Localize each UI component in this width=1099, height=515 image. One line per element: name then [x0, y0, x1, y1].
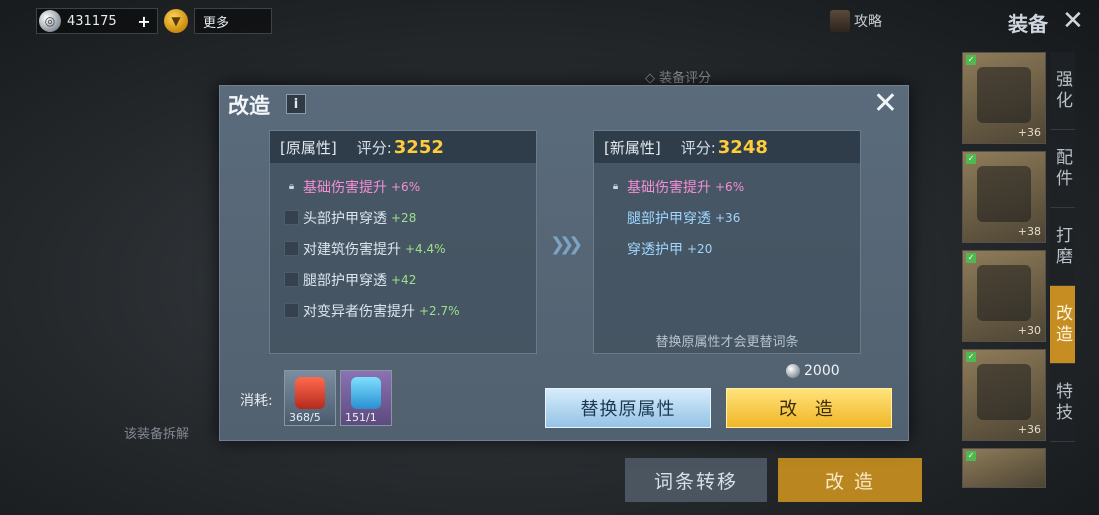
guide-button[interactable]: 攻略 [830, 10, 882, 32]
reforge-dialog: 改造 i ✕ [原属性] 评分: 3252 🔒︎ 基础伤害提升 +6% 头部护甲… [219, 85, 909, 441]
guide-avatar-icon [830, 10, 850, 32]
original-score: 3252 [393, 136, 444, 158]
silver-coin-icon: ◎ [39, 10, 61, 32]
page-close-button[interactable]: ✕ [1062, 6, 1084, 36]
original-attr-row[interactable]: 头部护甲穿透 +28 [270, 202, 536, 233]
tab-reforge[interactable]: 改造 [1050, 286, 1075, 364]
equipped-check-icon: ✓ [966, 55, 976, 65]
equipped-check-icon: ✓ [966, 154, 976, 164]
new-attr-row: 穿透护甲 +20 [594, 233, 860, 264]
original-attr-row: 🔒︎ 基础伤害提升 +6% [270, 171, 536, 202]
chevron-right-icon: ❯❯❯ [550, 234, 583, 255]
original-attr-row[interactable]: 对建筑伤害提升 +4.4% [270, 233, 536, 264]
equip-score-label: ◇ 装备评分 [645, 71, 712, 86]
jacket-icon [977, 166, 1031, 222]
rank-badge-icon[interactable]: ▼ [164, 9, 188, 33]
attr-name: 对建筑伤害提升 [303, 241, 401, 258]
equipment-item-helmet[interactable]: ✓ +30 [962, 250, 1046, 342]
reforge-price: 2000 [786, 363, 840, 379]
attr-name: 腿部护甲穿透 [627, 210, 711, 227]
page-title: 装备 [1008, 12, 1048, 36]
more-button[interactable]: 更多 [194, 8, 272, 34]
attr-name: 基础伤害提升 [303, 179, 387, 196]
attr-name: 对变异者伤害提升 [303, 303, 415, 320]
pants-icon [977, 364, 1031, 420]
side-tabs: 强化 配件 打磨 改造 特技 [1050, 52, 1099, 442]
material-count: 368/5 [289, 411, 321, 424]
equipment-item-rifle[interactable]: ✓ +36 [962, 52, 1046, 144]
item-level: +30 [1017, 324, 1041, 337]
attr-value: +20 [687, 241, 713, 256]
bg-reforge-button[interactable]: 改 造 [778, 458, 922, 502]
original-panel-header: [原属性] 评分: 3252 [270, 131, 536, 163]
helmet-icon [977, 265, 1031, 321]
tab-enhance[interactable]: 强化 [1050, 52, 1075, 130]
attr-checkbox[interactable] [284, 210, 299, 225]
currency-value: 431175 [67, 13, 117, 29]
attr-value: +36 [715, 210, 741, 225]
tab-polish[interactable]: 打磨 [1050, 208, 1075, 286]
tab-skills[interactable]: 特技 [1050, 364, 1075, 442]
equipment-item-pants[interactable]: ✓ +36 [962, 349, 1046, 441]
attr-value: +42 [391, 272, 417, 287]
guide-label: 攻略 [854, 14, 882, 30]
add-currency-button[interactable]: + [135, 12, 153, 31]
attr-name: 头部护甲穿透 [303, 210, 387, 227]
price-value: 2000 [804, 363, 840, 379]
transfer-button[interactable]: 词条转移 [625, 458, 767, 502]
attr-value: +6% [391, 179, 421, 194]
replace-note: 替换原属性才会更替词条 [655, 335, 799, 350]
material-count: 151/1 [345, 411, 377, 424]
rifle-icon [977, 67, 1031, 123]
attr-name: 穿透护甲 [627, 241, 683, 258]
top-bar: ◎ 431175 + ▼ 更多 [36, 8, 272, 34]
original-attr-row[interactable]: 腿部护甲穿透 +42 [270, 264, 536, 295]
new-panel-header: [新属性] 评分: 3248 [594, 131, 860, 163]
original-attr-row[interactable]: 对变异者伤害提升 +2.7% [270, 295, 536, 326]
original-header-label: [原属性] [280, 138, 337, 157]
material-slot-red[interactable]: 368/5 [284, 370, 336, 426]
attr-value: +2.7% [419, 303, 460, 318]
new-score-label: 评分: [680, 138, 716, 157]
equipment-item-jacket[interactable]: ✓ +38 [962, 151, 1046, 243]
equipped-check-icon: ✓ [966, 352, 976, 362]
silver-coin-icon [786, 364, 800, 378]
blue-material-icon [351, 377, 381, 409]
new-attr-row: 🔒︎ 基础伤害提升 +6% [594, 171, 860, 202]
new-attributes-panel: [新属性] 评分: 3248 🔒︎ 基础伤害提升 +6% 腿部护甲穿透 +36 … [593, 130, 861, 354]
new-header-label: [新属性] [604, 138, 661, 157]
cost-label: 消耗: [240, 393, 273, 409]
dialog-title: 改造 [228, 94, 270, 118]
item-level: +36 [1017, 126, 1041, 139]
attr-name: 腿部护甲穿透 [303, 272, 387, 289]
lock-icon: 🔒︎ [612, 181, 619, 192]
tab-accessories[interactable]: 配件 [1050, 130, 1075, 208]
lock-icon: 🔒︎ [288, 181, 295, 192]
attr-checkbox[interactable] [284, 303, 299, 318]
attr-checkbox[interactable] [284, 241, 299, 256]
new-attr-row: 腿部护甲穿透 +36 [594, 202, 860, 233]
original-score-label: 评分: [356, 138, 392, 157]
material-slot-blue[interactable]: 151/1 [340, 370, 392, 426]
equipment-list: ✓ +36 ✓ +38 ✓ +30 ✓ +36 ✓ [962, 52, 1046, 495]
reforge-button[interactable]: 改 造 [726, 388, 892, 428]
info-icon[interactable]: i [286, 94, 306, 114]
attr-value: +28 [391, 210, 417, 225]
background-hint: 该装备拆解 [124, 427, 190, 442]
dialog-close-button[interactable]: ✕ [873, 86, 898, 121]
red-material-icon [295, 377, 325, 409]
attr-checkbox[interactable] [284, 272, 299, 287]
attr-name: 基础伤害提升 [627, 179, 711, 196]
item-level: +36 [1017, 423, 1041, 436]
replace-attributes-button[interactable]: 替换原属性 [545, 388, 711, 428]
currency-box: ◎ 431175 + [36, 8, 158, 34]
equipped-check-icon: ✓ [966, 253, 976, 263]
attr-value: +6% [715, 179, 745, 194]
original-attributes-panel: [原属性] 评分: 3252 🔒︎ 基础伤害提升 +6% 头部护甲穿透 +28 … [269, 130, 537, 354]
equipment-item-gloves[interactable]: ✓ [962, 448, 1046, 488]
attr-value: +4.4% [405, 241, 446, 256]
new-score: 3248 [717, 136, 768, 158]
item-level: +38 [1017, 225, 1041, 238]
equipped-check-icon: ✓ [966, 451, 976, 461]
